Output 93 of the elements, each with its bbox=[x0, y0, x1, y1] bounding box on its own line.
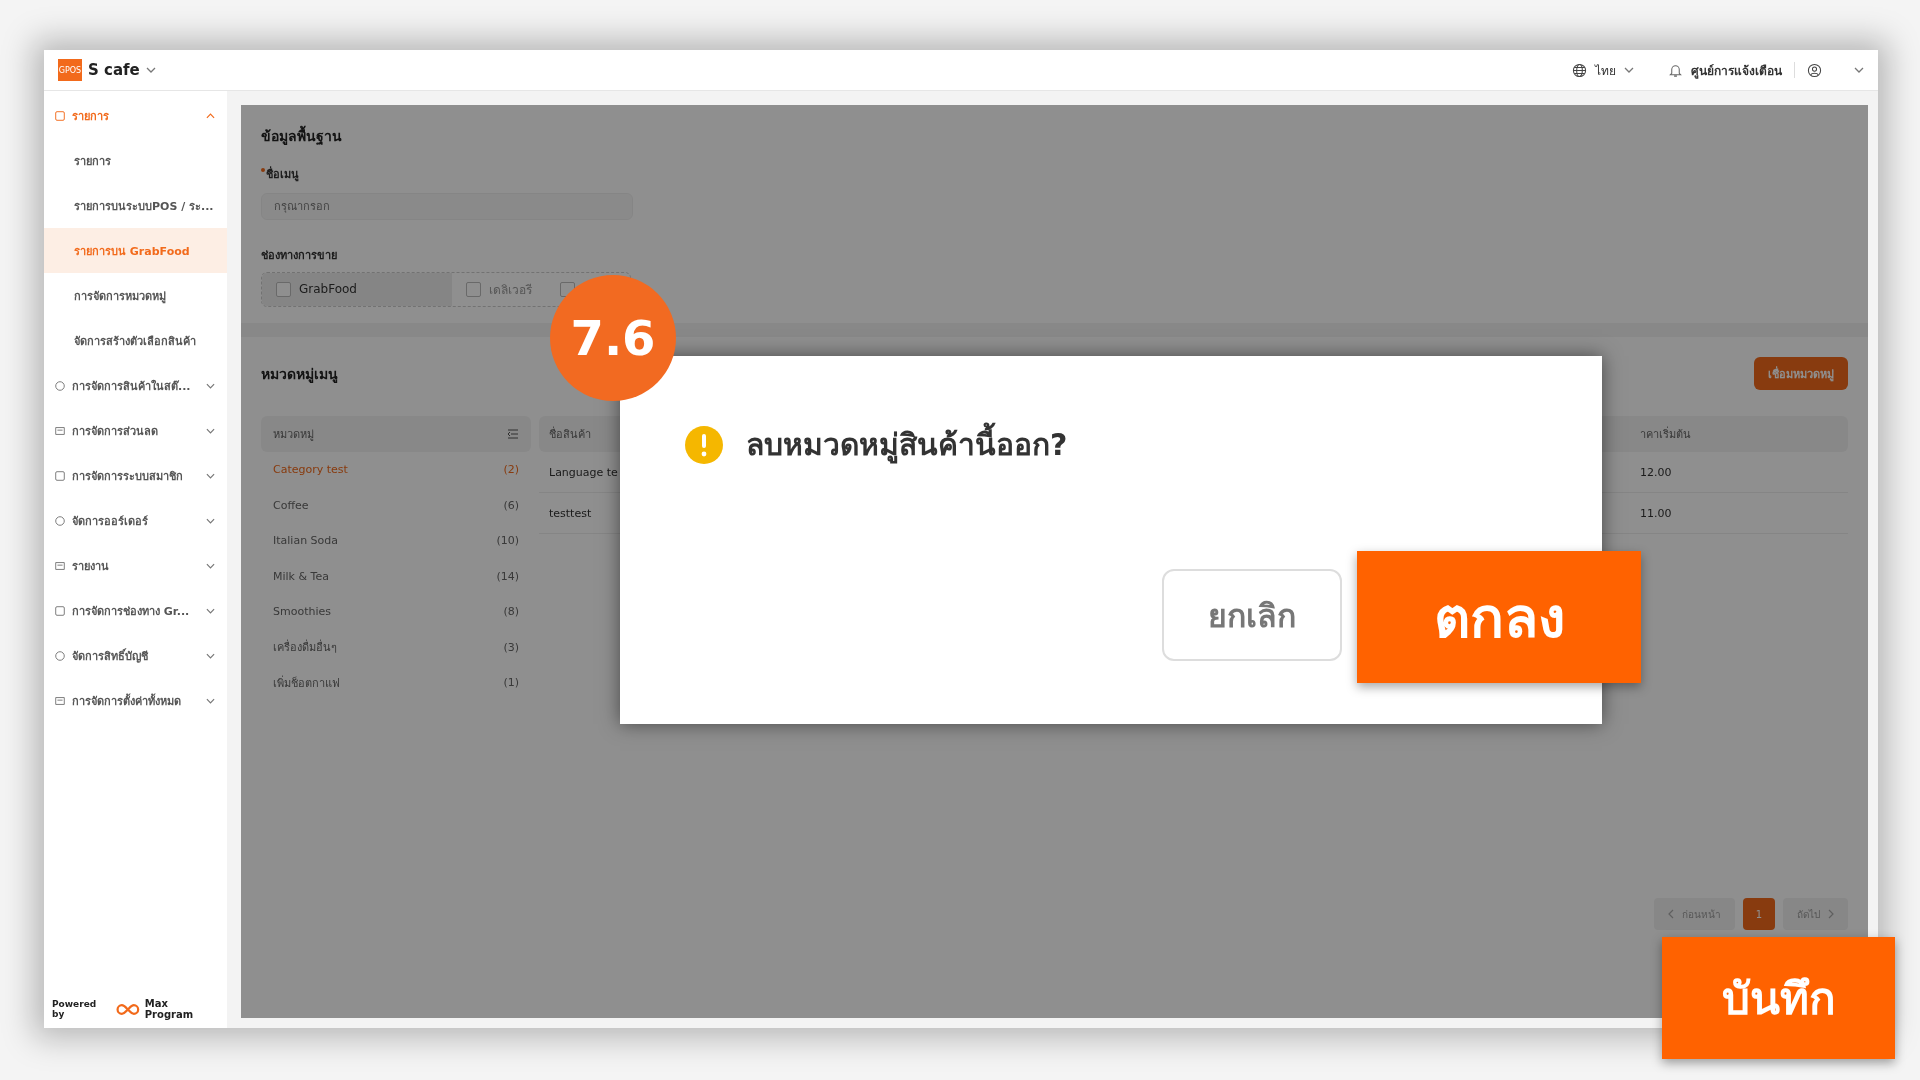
sidebar-group[interactable]: รายการ bbox=[44, 93, 227, 138]
category-count: (1) bbox=[503, 676, 519, 690]
category-item[interactable]: Category test (2) bbox=[261, 452, 531, 488]
column-title: ชื่อสินค้า bbox=[549, 425, 592, 443]
sidebar-group-label: จัดการออร์เดอร์ bbox=[72, 513, 149, 530]
sidebar-group[interactable]: การจัดการส่วนลด bbox=[44, 408, 227, 453]
sidebar-item[interactable]: รายการ bbox=[44, 138, 227, 183]
category-count: (10) bbox=[496, 534, 519, 548]
warning-icon bbox=[684, 424, 724, 465]
category-count: (3) bbox=[503, 640, 519, 654]
user-icon[interactable] bbox=[1807, 62, 1822, 78]
chevron-icon bbox=[206, 697, 215, 704]
table-cell-text: Language te bbox=[549, 465, 619, 479]
category-name: Italian Soda bbox=[273, 534, 339, 548]
field-label: ช่องทางการขาย bbox=[261, 247, 338, 264]
language-selector[interactable]: ไทย bbox=[1595, 60, 1616, 80]
channel-label: GrabFood bbox=[299, 282, 357, 297]
sidebar-group-label: รายงาน bbox=[72, 558, 110, 575]
chevron-icon bbox=[206, 382, 215, 389]
checkbox[interactable] bbox=[466, 281, 481, 297]
sidebar-group-label: การจัดการตั้งค่าทั้งหมด bbox=[72, 692, 182, 710]
category-count: (8) bbox=[503, 605, 519, 619]
sidebar-group-label: การจัดการส่วนลด bbox=[72, 423, 159, 440]
chevron-left-icon bbox=[1668, 909, 1674, 919]
chevron-icon bbox=[206, 562, 215, 569]
chevron-icon bbox=[206, 112, 215, 119]
channel-label: เดลิเวอรี bbox=[489, 281, 532, 299]
channel-option[interactable]: เดลิเวอรี bbox=[452, 272, 546, 306]
category-item[interactable]: Italian Soda (10) bbox=[261, 523, 531, 559]
chevron-icon bbox=[206, 427, 215, 434]
chevron-icon bbox=[206, 652, 215, 659]
sidebar-group[interactable]: การจัดการระบบสมาชิก bbox=[44, 453, 227, 498]
table-cell-text: 11.00 bbox=[1640, 506, 1673, 520]
category-count: (14) bbox=[496, 569, 519, 583]
chevron-icon bbox=[206, 517, 215, 524]
sidebar-item[interactable]: รายการบน GrabFood bbox=[44, 228, 227, 273]
menu-name-field[interactable]: กรุณากรอก bbox=[261, 193, 633, 220]
table-cell-text: testtest bbox=[549, 506, 593, 520]
list-icon[interactable] bbox=[507, 429, 519, 439]
chevron-down-icon bbox=[1854, 67, 1864, 73]
sidebar-group[interactable]: จัดการสิทธิ์บัญชี bbox=[44, 633, 227, 678]
category-name: Milk & Tea bbox=[273, 569, 329, 583]
chevron-down-icon bbox=[1624, 67, 1634, 73]
app-logo: GPOS bbox=[58, 59, 82, 81]
category-item[interactable]: เครื่องดื่มอื่นๆ (3) bbox=[261, 629, 531, 665]
sidebar-group-label: รายการ bbox=[72, 108, 110, 125]
sidebar-item[interactable]: จัดการสร้างตัวเลือกสินค้า bbox=[44, 318, 227, 363]
section-title: ข้อมูลพื้นฐาน bbox=[261, 125, 1848, 147]
brand-name: Max Program bbox=[144, 998, 195, 1020]
section-title: หมวดหมู่เมนู bbox=[261, 364, 338, 385]
sidebar-group[interactable]: การจัดการสินค้าในสต๊... bbox=[44, 363, 227, 408]
category-name: Smoothies bbox=[273, 605, 331, 619]
store-selector[interactable]: S cafe bbox=[88, 61, 140, 79]
sidebar-group-label: จัดการสิทธิ์บัญชี bbox=[72, 647, 149, 665]
infinity-logo-icon bbox=[115, 1002, 141, 1016]
save-button[interactable]: บันทึก bbox=[1662, 937, 1895, 1059]
sidebar-item[interactable]: รายการบนระบบPOS / ระ... bbox=[44, 183, 227, 228]
page-button[interactable]: 1 bbox=[1743, 898, 1775, 930]
chevron-right-icon bbox=[1828, 909, 1834, 919]
dialog-title: ลบหมวดหมู่สินค้านี้ออก? bbox=[746, 421, 1068, 468]
sidebar-group-label: การจัดการช่องทาง Gr... bbox=[72, 603, 191, 620]
category-name: Coffee bbox=[273, 498, 309, 512]
category-item[interactable]: เพิ่มช็อตกาแฟ (1) bbox=[261, 665, 531, 701]
sidebar-group[interactable]: จัดการออร์เดอร์ bbox=[44, 498, 227, 543]
category-name: Category test bbox=[273, 463, 348, 477]
sidebar-group[interactable]: การจัดการช่องทาง Gr... bbox=[44, 588, 227, 633]
column-title: าคาเริ่มต้น bbox=[1640, 425, 1692, 443]
table-cell-text: 12.00 bbox=[1640, 465, 1673, 479]
category-count: (2) bbox=[503, 463, 519, 477]
ok-button[interactable]: ตกลง bbox=[1357, 551, 1641, 683]
chevron-icon bbox=[206, 472, 215, 479]
channel-option[interactable]: GrabFood bbox=[262, 272, 452, 306]
powered-by-label: Powered by bbox=[52, 999, 98, 1019]
sidebar-group[interactable]: รายงาน bbox=[44, 543, 227, 588]
chevron-down-icon bbox=[145, 67, 156, 73]
field-label: ชื่อเมนู bbox=[266, 168, 299, 181]
sidebar-group-label: การจัดการระบบสมาชิก bbox=[72, 468, 184, 485]
category-item[interactable]: Coffee (6) bbox=[261, 487, 531, 523]
notification-center-link[interactable]: ศูนย์การแจ้งเตือน bbox=[1691, 60, 1782, 80]
sidebar-group[interactable]: การจัดการตั้งค่าทั้งหมด bbox=[44, 678, 227, 723]
checkbox[interactable] bbox=[276, 281, 291, 297]
sidebar-group-label: การจัดการสินค้าในสต๊... bbox=[72, 378, 192, 395]
column-title: หมวดหมู่ bbox=[273, 427, 314, 443]
bell-icon bbox=[1668, 62, 1683, 78]
sidebar-item[interactable]: การจัดการหมวดหมู่ bbox=[44, 273, 227, 318]
category-item[interactable]: Smoothies (8) bbox=[261, 594, 531, 630]
cancel-button[interactable]: ยกเลิก bbox=[1162, 569, 1342, 661]
category-item[interactable]: Milk & Tea (14) bbox=[261, 558, 531, 594]
chevron-icon bbox=[206, 607, 215, 614]
category-name: เครื่องดื่มอื่นๆ bbox=[273, 638, 337, 657]
category-count: (6) bbox=[503, 498, 519, 512]
category-name: เพิ่มช็อตกาแฟ bbox=[273, 674, 340, 692]
link-category-button[interactable]: เชื่อมหมวดหมู่ bbox=[1754, 357, 1848, 390]
